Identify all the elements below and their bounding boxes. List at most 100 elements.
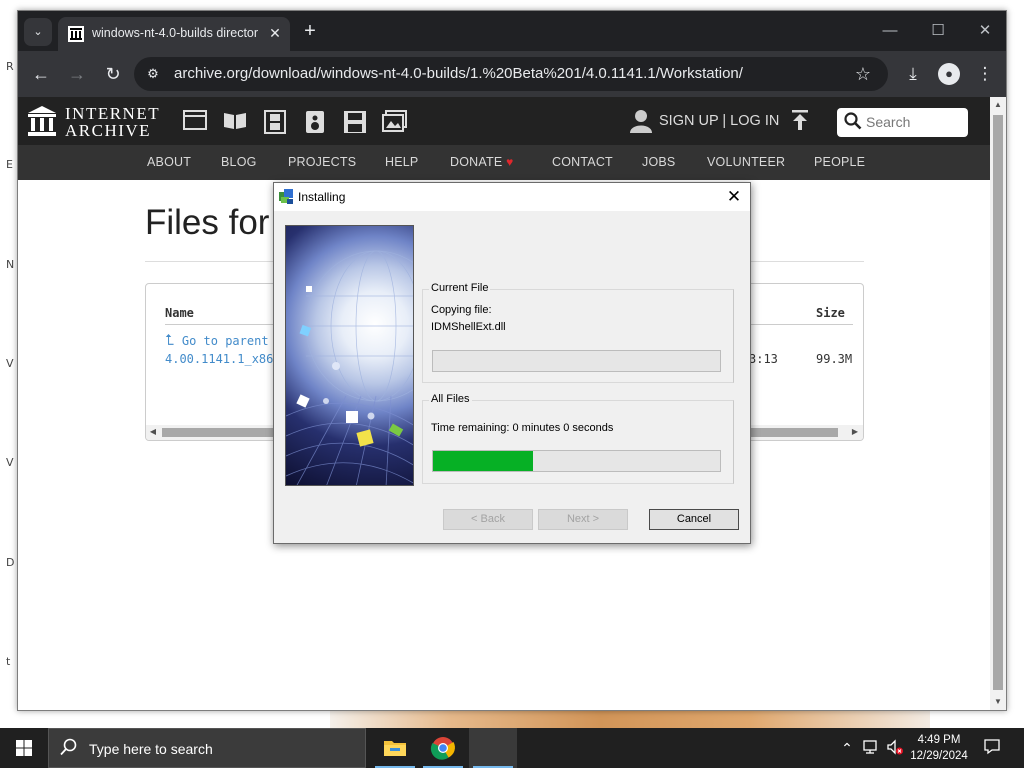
system-clock[interactable]: 4:49 PM 12/29/2024 [904, 732, 974, 764]
ia-search-input[interactable]: Search [837, 108, 968, 137]
ia-logo-icon[interactable] [28, 106, 56, 136]
window-close-icon[interactable]: ✕ [975, 21, 995, 41]
dialog-title: Installing [298, 190, 346, 204]
installer-icon [278, 188, 295, 205]
signup-login-link[interactable]: SIGN UP | LOG IN [659, 113, 779, 129]
volume-muted-icon[interactable] [886, 738, 904, 758]
desktop-icon[interactable]: N [6, 258, 14, 271]
texts-icon[interactable] [222, 110, 248, 134]
file-date: 3:13 [749, 352, 778, 366]
nav-people[interactable]: PEOPLE [814, 155, 865, 169]
ia-nav-bar: ABOUT BLOG PROJECTS HELP DONATE ♥ CONTAC… [18, 145, 990, 180]
current-file-group: Current File Copying file: IDMShellExt.d… [422, 282, 734, 383]
desktop-icon[interactable]: E [6, 158, 13, 171]
tab-archive[interactable]: windows-nt-4.0-builds directory ✕ [58, 17, 290, 51]
video-icon[interactable] [262, 110, 288, 134]
taskbar-search-box[interactable]: Type here to search [48, 728, 366, 768]
dialog-close-icon[interactable]: ✕ [723, 186, 745, 208]
profile-avatar-icon[interactable]: ● [938, 63, 960, 85]
browser-menu-icon[interactable]: ⋮ [974, 63, 996, 85]
audio-icon[interactable] [302, 110, 328, 134]
nav-donate[interactable]: DONATE ♥ [450, 155, 513, 169]
time-remaining-text: Time remaining: 0 minutes 0 seconds [431, 422, 614, 434]
wallpaper-image [330, 708, 930, 730]
url-text[interactable]: archive.org/download/windows-nt-4.0-buil… [174, 65, 743, 82]
ia-logo-line1: INTERNET [65, 104, 161, 123]
images-icon[interactable] [382, 110, 408, 134]
nav-volunteer[interactable]: VOLUNTEER [707, 155, 785, 169]
all-files-progress-fill [433, 451, 534, 471]
ia-top-bar: INTERNET ARCHIVE SIGN UP | LOG IN Search [18, 97, 990, 145]
upload-icon[interactable] [789, 109, 811, 133]
clock-time: 4:49 PM [917, 734, 961, 746]
maximize-icon[interactable]: ☐ [928, 21, 948, 41]
new-tab-button[interactable]: + [299, 20, 321, 42]
all-files-label: All Files [429, 393, 472, 405]
desktop-icon[interactable]: D [6, 556, 14, 569]
nav-help[interactable]: HELP [385, 155, 418, 169]
clock-date: 12/29/2024 [910, 750, 968, 762]
nav-contact[interactable]: CONTACT [552, 155, 613, 169]
minimize-icon[interactable]: — [880, 21, 900, 41]
start-button[interactable] [0, 728, 48, 768]
bookmark-star-icon[interactable]: ☆ [852, 63, 874, 85]
notification-center-icon[interactable] [982, 737, 1002, 757]
tab-search-button[interactable]: ⌄ [24, 18, 52, 46]
scroll-up-icon[interactable]: ▲ [993, 100, 1003, 110]
web-icon[interactable] [182, 110, 208, 134]
installing-dialog: Installing ✕ Current File Copying file: … [273, 182, 751, 544]
search-icon [843, 112, 863, 132]
taskbar: Type here to search ⌃ 4:49 PM 12/29/2024 [0, 728, 1024, 768]
heart-icon: ♥ [506, 155, 514, 169]
network-icon[interactable] [862, 738, 880, 758]
file-link[interactable]: 4.00.1141.1_x86 [165, 352, 273, 366]
parent-link-label: Go to parent [181, 334, 269, 348]
nav-projects[interactable]: PROJECTS [288, 155, 356, 169]
current-file-name: IDMShellExt.dll [431, 321, 506, 333]
forward-arrow-icon[interactable]: → [66, 63, 88, 85]
desktop-icon[interactable]: t [6, 655, 10, 668]
back-arrow-icon[interactable]: ← [30, 63, 52, 85]
site-info-icon[interactable]: ⚙ [144, 65, 162, 83]
back-button[interactable]: < Back [443, 509, 533, 530]
software-icon[interactable] [342, 110, 368, 134]
file-size: 99.3M [816, 352, 853, 366]
nav-about[interactable]: ABOUT [147, 155, 191, 169]
taskbar-search-placeholder: Type here to search [89, 741, 213, 757]
user-icon[interactable] [630, 109, 652, 133]
browser-toolbar: ← → ↻ ⚙ archive.org/download/windows-nt-… [18, 51, 1006, 97]
installer-banner-image [285, 225, 414, 486]
scroll-down-icon[interactable]: ▼ [993, 697, 1003, 707]
tray-overflow-chevron-icon[interactable]: ⌃ [838, 738, 856, 758]
address-bar[interactable]: ⚙ archive.org/download/windows-nt-4.0-bu… [134, 57, 888, 91]
file-explorer-icon[interactable] [371, 728, 419, 768]
desktop-icon[interactable]: V [6, 456, 14, 469]
next-button[interactable]: Next > [538, 509, 628, 530]
copying-file-label: Copying file: [431, 304, 492, 316]
tab-title: windows-nt-4.0-builds directory [92, 26, 258, 40]
parent-directory-link[interactable]: ⮤ Go to parent [165, 331, 269, 349]
nav-jobs[interactable]: JOBS [642, 155, 675, 169]
tab-strip: ⌄ windows-nt-4.0-builds directory ✕ + — … [18, 11, 1006, 51]
cancel-button[interactable]: Cancel [649, 509, 739, 530]
column-header-size[interactable]: Size [816, 306, 845, 320]
installer-taskbar-button[interactable] [469, 728, 517, 768]
ia-logo-line2: ARCHIVE [65, 121, 152, 140]
scroll-left-icon[interactable]: ◀ [148, 427, 158, 437]
vertical-scrollbar[interactable]: ▲ ▼ [990, 97, 1006, 710]
vertical-scroll-thumb[interactable] [993, 115, 1003, 690]
desktop-icon[interactable]: R [6, 60, 14, 73]
ia-logo-text[interactable]: INTERNET ARCHIVE [65, 105, 160, 139]
desktop-icon[interactable]: V [6, 357, 14, 370]
current-file-label: Current File [429, 282, 491, 294]
download-icon[interactable]: ⤓ [902, 63, 924, 85]
reload-icon[interactable]: ↻ [102, 63, 124, 85]
all-files-group: All Files Time remaining: 0 minutes 0 se… [422, 393, 734, 484]
column-header-name[interactable]: Name [165, 306, 194, 320]
nav-donate-label: DONATE [450, 155, 503, 169]
nav-blog[interactable]: BLOG [221, 155, 257, 169]
dialog-title-bar[interactable]: Installing ✕ [274, 183, 750, 211]
scroll-right-icon[interactable]: ▶ [850, 427, 860, 437]
chrome-icon[interactable] [419, 728, 467, 768]
tab-close-icon[interactable]: ✕ [266, 24, 284, 42]
